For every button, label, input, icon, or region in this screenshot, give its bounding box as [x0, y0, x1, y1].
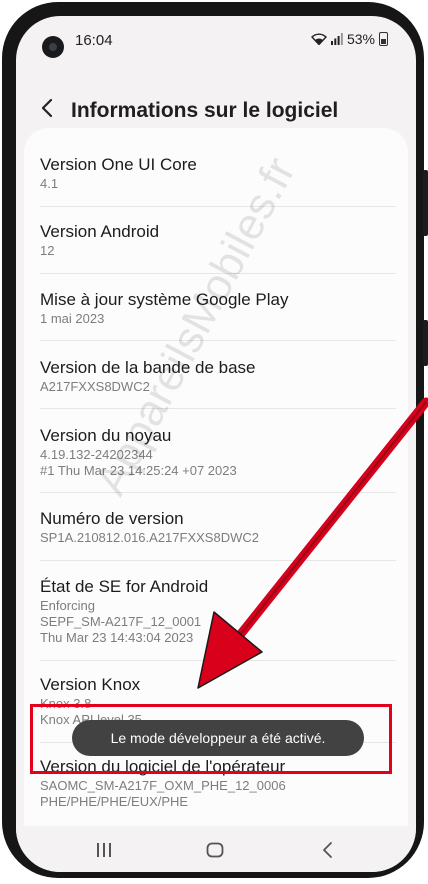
item-value: 4.1	[40, 176, 59, 191]
home-icon[interactable]	[205, 840, 225, 860]
item-title: Numéro de version	[40, 509, 184, 528]
item-value: PHE/PHE/PHE/EUX/PHE	[40, 794, 189, 809]
battery-icon	[379, 32, 388, 46]
item-title: Version de la bande de base	[40, 358, 256, 377]
item-value: SAOMC_SM-A217F_OXM_PHE_12_0006	[40, 778, 286, 793]
divider	[40, 492, 396, 493]
navigation-bar	[16, 826, 416, 872]
item-title: Version Knox	[40, 675, 141, 694]
status-bar: 16:04 53%	[16, 16, 416, 60]
screen: 16:04 53% Informations sur le logiciel V…	[16, 16, 416, 872]
status-time: 16:04	[75, 32, 113, 49]
item-title: Version du noyau	[40, 426, 172, 445]
battery-percent: 53%	[346, 31, 375, 47]
list-item-build-number[interactable]: Numéro de version SP1A.210812.016.A217FX…	[40, 508, 394, 546]
wifi-icon	[310, 33, 327, 45]
back-icon[interactable]	[318, 840, 338, 860]
signal-icon	[330, 33, 343, 45]
toast-message: Le mode développeur a été activé.	[72, 720, 364, 756]
item-value: Thu Mar 23 14:43:04 2023	[40, 630, 194, 645]
page-title: Informations sur le logiciel	[71, 99, 339, 122]
divider	[40, 560, 396, 561]
item-title: État de SE for Android	[40, 577, 209, 596]
item-title: Version One UI Core	[40, 155, 197, 174]
item-value: A217FXXS8DWC2	[40, 379, 150, 394]
item-value: Enforcing	[40, 598, 95, 613]
chevron-left-icon[interactable]	[38, 98, 58, 118]
divider	[40, 206, 396, 207]
divider	[40, 660, 396, 661]
volume-button	[423, 170, 428, 236]
item-value: SEPF_SM-A217F_12_0001	[40, 614, 202, 629]
list-item-se-android-status[interactable]: État de SE for Android Enforcing SEPF_SM…	[40, 576, 394, 646]
divider	[40, 340, 396, 341]
item-value: SP1A.210812.016.A217FXXS8DWC2	[40, 530, 259, 545]
list-item-baseband-version[interactable]: Version de la bande de base A217FXXS8DWC…	[40, 357, 394, 395]
front-camera	[42, 36, 64, 58]
status-icons: 53%	[310, 31, 388, 47]
phone-frame: 16:04 53% Informations sur le logiciel V…	[2, 2, 428, 878]
recent-apps-icon[interactable]	[94, 840, 114, 860]
divider	[40, 408, 396, 409]
item-value: 4.19.132-24202344	[40, 447, 153, 462]
power-button	[423, 320, 428, 366]
list-item-one-ui-version[interactable]: Version One UI Core 4.1	[40, 154, 394, 192]
